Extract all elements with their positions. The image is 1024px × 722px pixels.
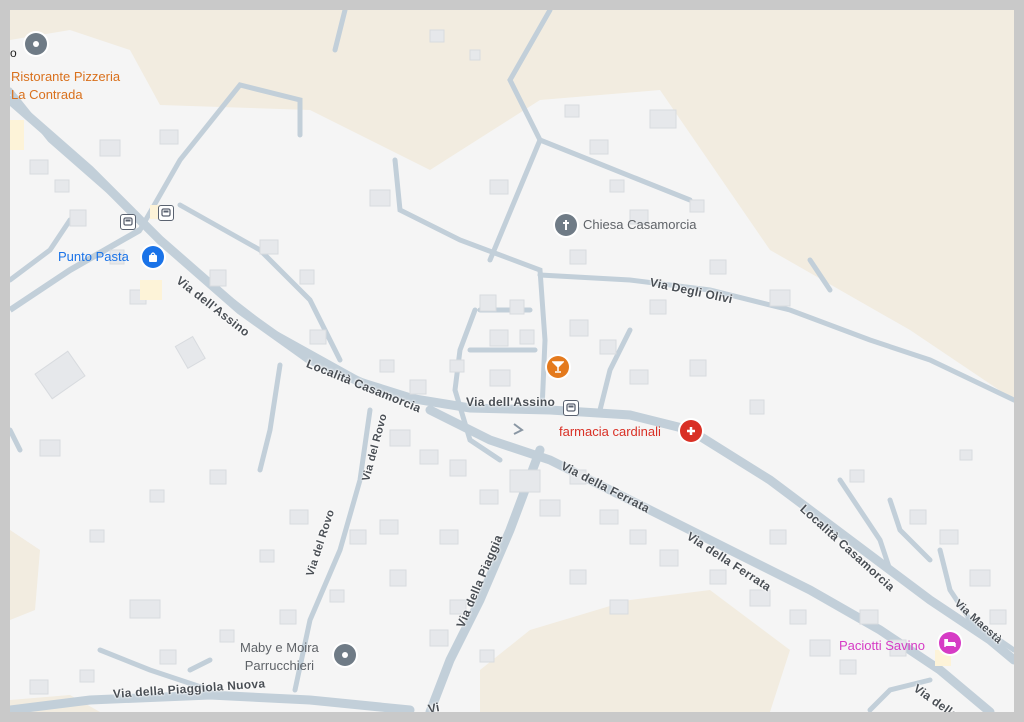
chiesa-label[interactable]: Chiesa Casamorcia — [583, 217, 696, 233]
map-base-layer — [10, 10, 1014, 712]
shopping-bag-icon[interactable] — [142, 246, 164, 268]
punto-pasta-label[interactable]: Punto Pasta — [58, 249, 129, 265]
church-cross-icon[interactable] — [555, 214, 577, 236]
restaurant-pin-icon[interactable] — [25, 33, 47, 55]
ristorante-label[interactable]: Ristorante Pizzeria La Contrada — [11, 68, 120, 104]
terrain-area — [480, 590, 790, 712]
paciotti-label[interactable]: Paciotti Savino — [839, 638, 925, 654]
farmacia-label[interactable]: farmacia cardinali — [559, 424, 661, 440]
street-label-via-dell-assino-center: Via dell'Assino — [466, 395, 556, 409]
pharmacy-icon[interactable] — [680, 420, 702, 442]
terrain-area — [10, 530, 40, 620]
street-label-fragment: Vi — [426, 700, 441, 712]
bus-stop-icon[interactable] — [158, 205, 174, 221]
highlighted-building — [140, 280, 162, 300]
generic-place-icon[interactable] — [334, 644, 356, 666]
west-road — [10, 227, 142, 313]
highlighted-building — [10, 120, 24, 150]
offscreen-label-fragment: o — [10, 46, 17, 60]
one-way-arrow — [513, 423, 524, 435]
maby-label[interactable]: Maby e Moira Parrucchieri — [240, 639, 319, 675]
map-canvas[interactable]: o Ristorante Pizzeria La Contrada Punto … — [10, 10, 1014, 712]
hotel-bed-icon[interactable] — [939, 632, 961, 654]
bus-stop-icon[interactable] — [563, 400, 579, 416]
cocktail-icon[interactable] — [547, 356, 569, 378]
bus-stop-icon[interactable] — [120, 214, 136, 230]
